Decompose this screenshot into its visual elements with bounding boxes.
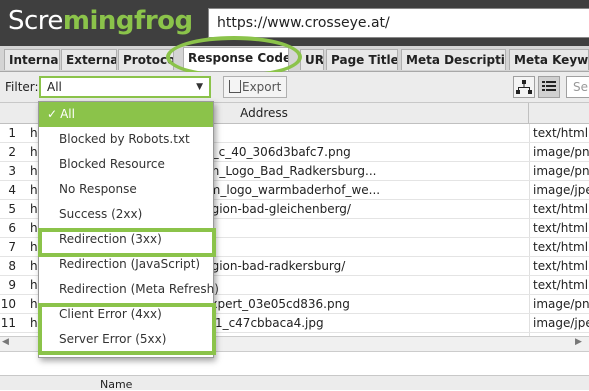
row-content-type: image/jpeg	[529, 314, 589, 332]
row-content-type: image/jpeg	[529, 181, 589, 199]
list-view-button[interactable]	[538, 76, 560, 98]
filter-label: Filter:	[5, 80, 39, 94]
logo-text-mid: ming	[62, 6, 135, 36]
tree-view-button[interactable]	[513, 76, 535, 98]
row-number: 5	[8, 202, 16, 216]
row-content-type: text/html; c	[529, 276, 589, 294]
checkmark-icon: ✓	[47, 107, 58, 121]
dropdown-item-label: Redirection (JavaScript)	[59, 257, 201, 271]
export-icon	[229, 80, 241, 93]
dropdown-item-label: Client Error (4xx)	[59, 307, 162, 321]
dropdown-item[interactable]: Client Error (4xx)	[39, 302, 213, 327]
dropdown-item-label: Server Error (5xx)	[59, 332, 167, 346]
tab-uri[interactable]: URI	[300, 49, 324, 70]
dropdown-item-label: Redirection (Meta Refresh)	[59, 282, 219, 296]
dropdown-item[interactable]: Redirection (3xx)	[39, 227, 213, 252]
tab-page-titles[interactable]: Page Titles	[326, 49, 398, 70]
dropdown-item-label: Blocked Resource	[59, 157, 165, 171]
filter-dropdown-menu: ✓ All Blocked by Robots.txt Blocked Resourc…	[38, 101, 219, 358]
details-header: Name	[0, 375, 589, 391]
dropdown-item-label: Blocked by Robots.txt	[59, 132, 190, 146]
dropdown-item-label: No Response	[59, 182, 137, 196]
row-number: 10	[0, 297, 16, 311]
search-input[interactable]: Se	[566, 76, 589, 98]
dropdown-item-label: Success (2xx)	[59, 207, 143, 221]
row-content-type: text/html; c	[529, 219, 589, 237]
tab-bar: Internal External Protocol Response Code…	[0, 46, 589, 72]
logo-text-left: Scre	[8, 6, 63, 36]
tab-external[interactable]: External	[61, 49, 117, 70]
tab-response-codes[interactable]: Response Codes	[183, 47, 289, 71]
scroll-left-icon[interactable]: ◀	[2, 337, 9, 347]
column-divider	[528, 103, 529, 123]
app-logo: Scremingfrog	[8, 6, 193, 36]
row-content-type: image/png	[529, 143, 589, 161]
dropdown-item[interactable]: Success (2xx)	[39, 202, 213, 227]
tab-internal[interactable]: Internal	[4, 49, 60, 70]
dropdown-item[interactable]: No Response	[39, 177, 213, 202]
export-label: Export	[242, 80, 282, 94]
tab-protocol[interactable]: Protocol	[118, 49, 174, 70]
filter-select[interactable]: All ▼	[39, 76, 211, 98]
filter-select-value: All	[47, 80, 62, 94]
row-number: 11	[0, 316, 16, 330]
filter-toolbar: Filter: All ▼ Export Se	[0, 72, 589, 103]
dropdown-item[interactable]: ✓ All	[39, 102, 213, 127]
row-content-type: text/html; c	[529, 200, 589, 218]
dropdown-item[interactable]: Redirection (JavaScript)	[39, 252, 213, 277]
list-view-icon	[542, 81, 556, 91]
dropdown-item[interactable]: Server Error (5xx)	[39, 327, 213, 352]
row-content-type: text/html; c	[529, 257, 589, 275]
tree-view-icon	[516, 80, 532, 94]
url-input[interactable]: https://www.crosseye.at/	[208, 8, 589, 38]
logo-text-right: frog	[134, 6, 193, 36]
row-number: 1	[8, 126, 16, 140]
scroll-right-icon[interactable]: ▶	[575, 337, 582, 347]
dropdown-item[interactable]: Redirection (Meta Refresh)	[39, 277, 219, 302]
row-number: 7	[8, 240, 16, 254]
app-header: Scremingfrog https://www.crosseye.at/	[0, 0, 589, 46]
dropdown-item-label: All	[60, 107, 75, 121]
row-content-type: image/png	[529, 162, 589, 180]
export-button[interactable]: Export	[223, 76, 287, 98]
tab-meta-description[interactable]: Meta Description	[401, 49, 506, 70]
dropdown-item[interactable]: Blocked by Robots.txt	[39, 127, 213, 152]
column-header-name[interactable]: Name	[100, 378, 132, 391]
row-number: 3	[8, 164, 16, 178]
row-number: 6	[8, 221, 16, 235]
dropdown-item[interactable]: Blocked Resource	[39, 152, 213, 177]
row-number: 4	[8, 183, 16, 197]
row-content-type: text/html; c	[529, 238, 589, 256]
row-content-type: image/png	[529, 295, 589, 313]
row-number: 9	[8, 278, 16, 292]
tab-meta-keywords[interactable]: Meta Keywords	[509, 49, 589, 70]
row-number: 8	[8, 259, 16, 273]
dropdown-item-label: Redirection (3xx)	[59, 232, 162, 246]
row-content-type: text/html; c	[529, 124, 589, 142]
row-number: 2	[8, 145, 16, 159]
chevron-down-icon: ▼	[196, 82, 203, 92]
